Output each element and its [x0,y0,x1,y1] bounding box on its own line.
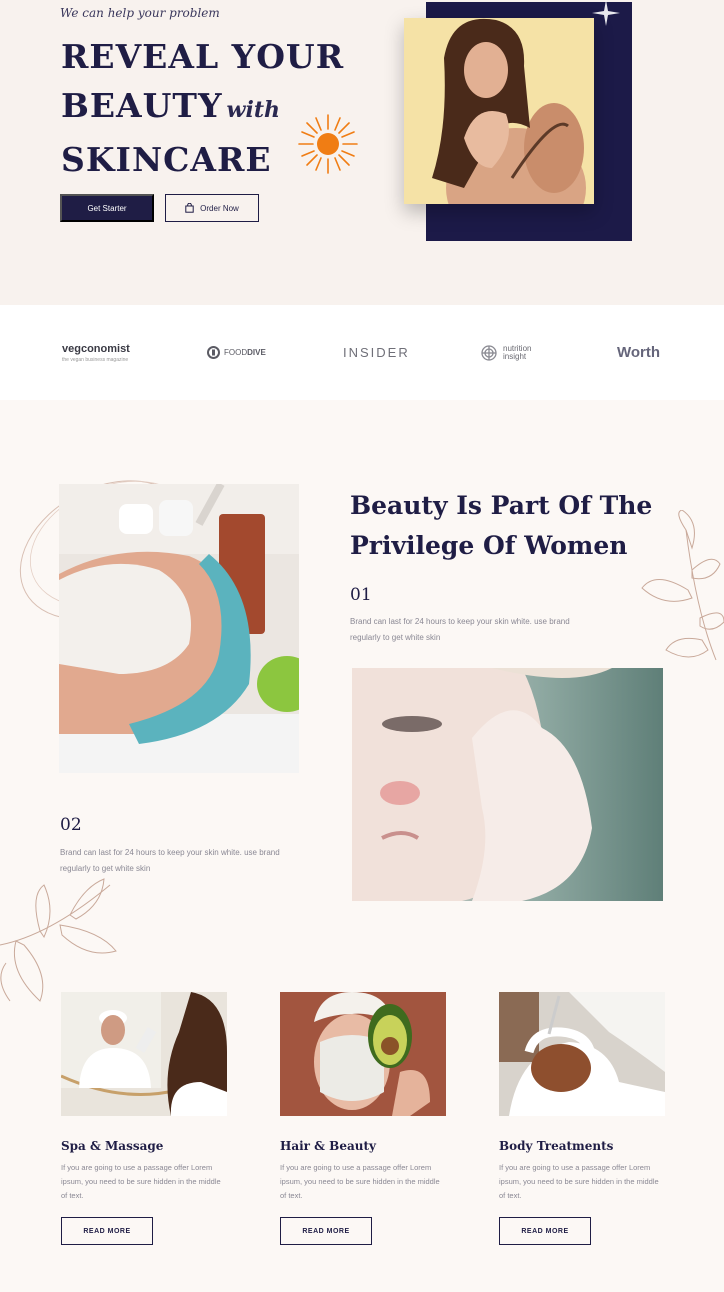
read-more-button[interactable]: READ MORE [499,1217,591,1245]
read-more-button[interactable]: READ MORE [280,1217,372,1245]
feature-item-text: Brand can last for 24 hours to keep your… [60,848,280,873]
fooddive-icon [207,346,220,359]
feature-title: Beauty Is Part Of The Privilege Of Women [350,486,652,566]
vegconomist-subtext: the vegan business magazine [62,356,129,363]
headline-line-3: SKINCARE [61,140,272,179]
get-starter-button[interactable]: Get Starter [60,194,154,222]
read-more-button[interactable]: READ MORE [61,1217,153,1245]
shopping-bag-icon [185,203,194,213]
logo-fooddive: FOODDIVE [207,305,266,400]
feature-title-line-2: Privilege Of Women [350,531,628,560]
service-title: Spa & Massage [61,1139,164,1153]
sun-icon [298,114,358,174]
hero-section: We can help your problem REVEAL YOUR BEA… [0,0,724,310]
body-treatments-photo [499,992,665,1116]
feature-title-line-1: Beauty Is Part Of The [350,491,653,520]
insight-text: insight [503,351,527,361]
fooddive-text-b: DIVE [247,348,266,357]
leaf-branch-decoration [0,878,117,1002]
vegconomist-text: vegconomist [62,342,130,355]
feature-item-text: Brand can last for 24 hours to keep your… [350,617,570,642]
headline-line-2: BEAUTY [61,86,223,125]
service-title: Body Treatments [499,1139,614,1153]
logo-insider: INSIDER [343,345,410,360]
service-description: If you are going to use a passage offer … [499,1163,659,1200]
hero-model-photo [404,18,594,204]
order-now-label: Order Now [200,203,239,213]
service-description: If you are going to use a passage offer … [280,1163,440,1200]
logo-vegconomist: vegconomist the vegan business magazine [62,305,130,400]
spa-massage-photo [61,992,227,1116]
skin-touch-photo [352,668,663,901]
partner-logos-strip: vegconomist the vegan business magazine … [0,305,724,400]
logo-worth: Worth [617,344,661,361]
headline-with: with [226,97,280,123]
logo-nutrition-insight: nutrition insight [479,305,531,400]
service-title: Hair & Beauty [280,1139,376,1153]
service-card-body-treatments: Body Treatments If you are going to use … [499,992,665,1245]
feature-item-number: 02 [60,815,82,835]
service-card-hair-beauty: Hair & Beauty If you are going to use a … [280,992,446,1245]
feature-item-number: 01 [350,585,372,605]
nutrition-insight-icon [481,344,497,361]
hero-tagline: We can help your problem [60,6,220,20]
hair-beauty-photo [280,992,446,1116]
service-description: If you are going to use a passage offer … [61,1163,221,1200]
leaf-branch-decoration [641,510,724,661]
sparkle-icon [592,0,620,26]
fooddive-text-a: FOOD [224,348,248,357]
service-card-spa-massage: Spa & Massage If you are going to use a … [61,992,227,1245]
order-now-button[interactable]: Order Now [165,194,259,222]
facial-mask-photo [59,484,299,773]
headline-line-1: REVEAL YOUR [61,37,345,76]
